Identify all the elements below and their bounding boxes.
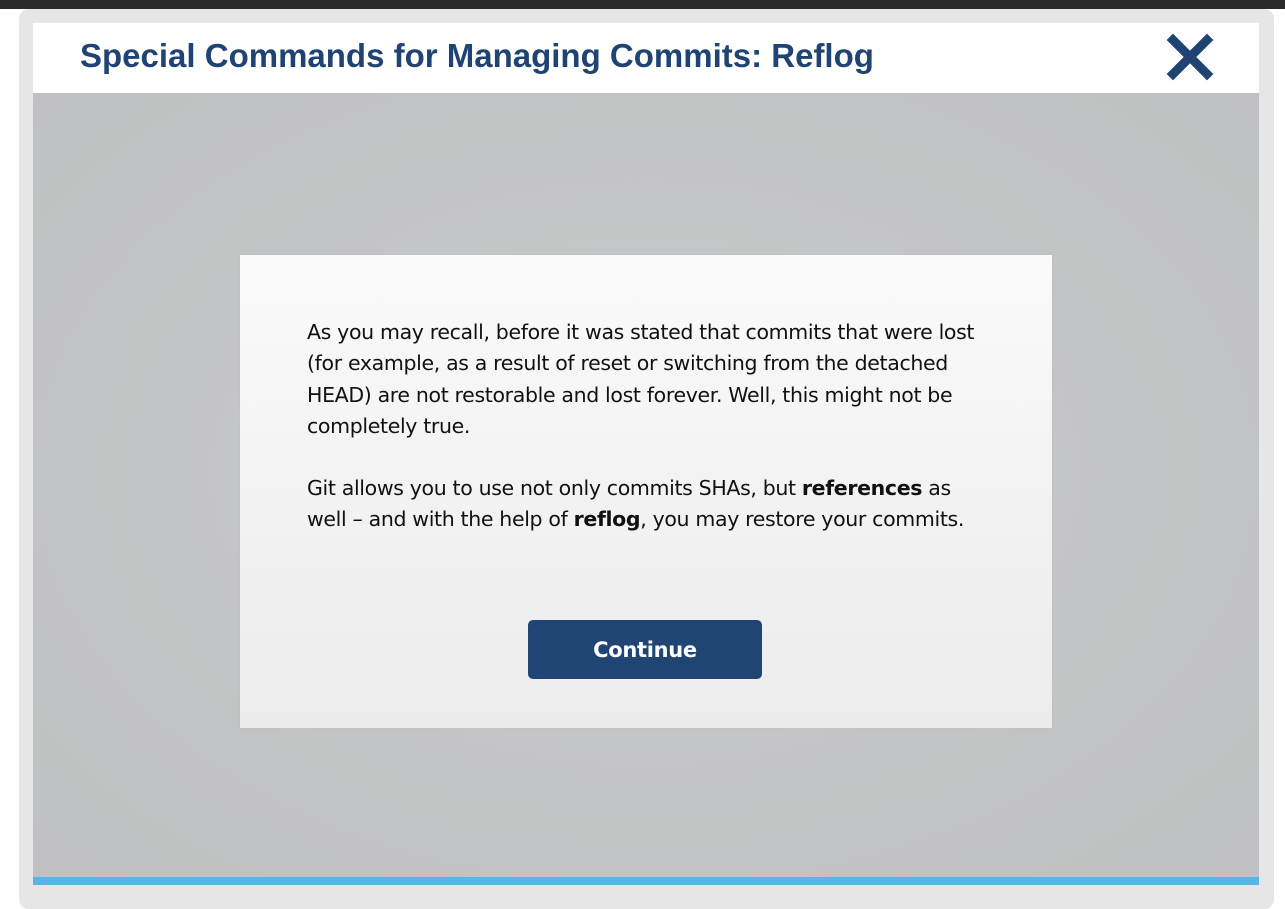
browser-top-strip bbox=[0, 0, 1285, 9]
progress-accent-bar bbox=[33, 877, 1259, 885]
close-x-icon bbox=[1166, 33, 1214, 81]
dialog-paragraph-2: Git allows you to use not only commits S… bbox=[307, 473, 987, 536]
paragraph-2-text-c: , you may restore your commits. bbox=[640, 507, 965, 532]
dialog-paragraph-1: As you may recall, before it was stated … bbox=[307, 320, 975, 438]
close-button[interactable] bbox=[1165, 32, 1215, 82]
page-title: Special Commands for Managing Commits: R… bbox=[80, 37, 874, 74]
lesson-header: Special Commands for Managing Commits: R… bbox=[33, 23, 1259, 93]
reflog-term: reflog bbox=[573, 507, 641, 532]
info-dialog: As you may recall, before it was stated … bbox=[240, 255, 1052, 728]
dialog-body: As you may recall, before it was stated … bbox=[307, 317, 987, 567]
continue-button[interactable]: Continue bbox=[528, 620, 762, 679]
references-term: references bbox=[801, 476, 923, 501]
paragraph-2-text-a: Git allows you to use not only commits S… bbox=[307, 476, 802, 501]
slide-stage: As you may recall, before it was stated … bbox=[33, 93, 1259, 885]
